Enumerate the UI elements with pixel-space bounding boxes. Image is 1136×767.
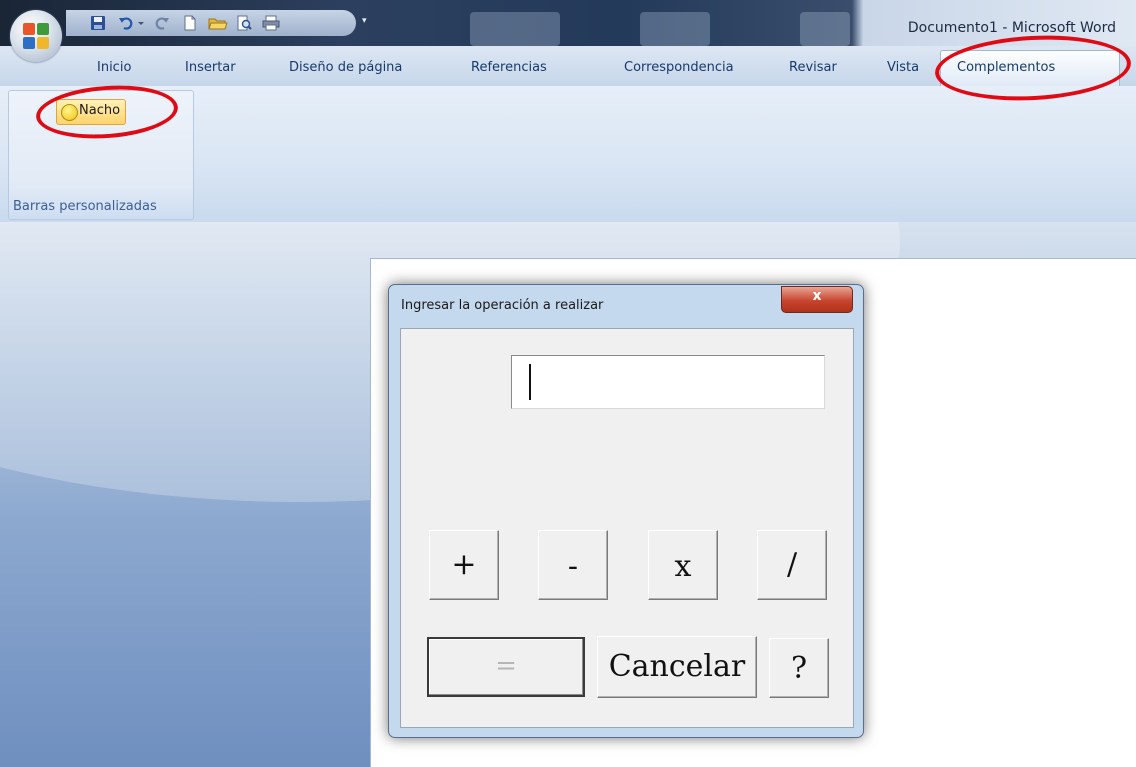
dialog-title: Ingresar la operación a realizar [401,298,604,313]
group-label: Barras personalizadas [13,199,157,214]
help-button[interactable]: ? [769,638,829,698]
multiply-button[interactable]: x [648,530,718,600]
tab-revisar[interactable]: Revisar [789,60,837,75]
quick-print-icon[interactable] [262,15,280,31]
background-window [470,12,560,46]
text-caret [529,364,531,400]
nacho-button-label: Nacho [79,103,121,118]
close-button[interactable]: x [781,286,853,313]
equals-button-label: = [495,651,517,681]
tab-referencias[interactable]: Referencias [471,60,547,75]
save-icon[interactable] [90,15,106,31]
tab-vista[interactable]: Vista [887,60,919,75]
operation-input[interactable] [511,355,825,409]
office-button[interactable] [10,10,62,62]
add-button[interactable]: + [429,530,499,600]
tab-correspondencia[interactable]: Correspondencia [624,60,734,75]
new-document-icon[interactable] [182,15,198,31]
quick-access-toolbar [66,10,356,36]
tab-inicio[interactable]: Inicio [97,60,131,75]
open-folder-icon[interactable] [208,15,228,31]
office-logo-icon [23,23,49,49]
undo-icon[interactable] [118,15,134,31]
divide-button-label: / [786,547,798,582]
customize-toolbar-icon[interactable]: ▾ [362,16,367,26]
dialog-client-area: + - x / = Cancelar ? [400,328,854,728]
close-icon: x [812,288,822,304]
tab-complementos[interactable]: Complementos [957,60,1055,75]
cancel-button-label: Cancelar [608,649,746,684]
smiley-icon [61,104,78,121]
undo-dropdown-icon[interactable] [136,15,146,31]
help-button-label: ? [790,651,808,686]
window-title: Documento1 - Microsoft Word [907,20,1116,36]
tab-diseno-de-pagina[interactable]: Diseño de página [289,60,402,75]
redo-icon[interactable] [154,15,170,31]
divide-button[interactable]: / [757,530,827,600]
ribbon-panel: Nacho Barras personalizadas [0,86,1136,223]
print-preview-icon[interactable] [236,15,252,31]
nacho-button[interactable]: Nacho [56,99,126,125]
subtract-button-label: - [567,549,579,584]
add-button-label: + [451,547,477,582]
ribbon-group-barras-personalizadas: Nacho Barras personalizadas [8,90,194,220]
cancel-button[interactable]: Cancelar [597,636,757,698]
subtract-button[interactable]: - [538,530,608,600]
multiply-button-label: x [674,549,692,584]
background-window [640,12,710,46]
background-window [800,12,850,46]
equals-button[interactable]: = [427,637,585,697]
tab-insertar[interactable]: Insertar [185,60,236,75]
operation-dialog: Ingresar la operación a realizar x + - x… [388,284,864,738]
